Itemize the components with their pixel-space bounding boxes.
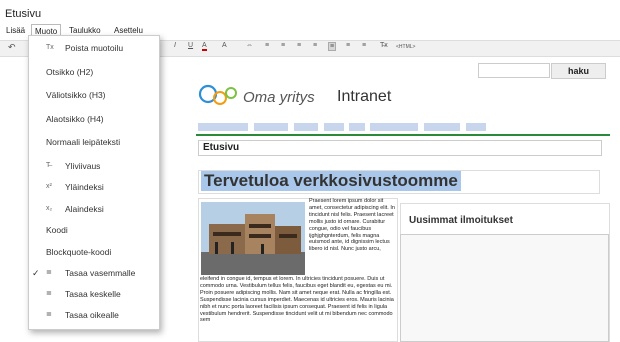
menu-item-subscript[interactable]: x₂ Alaindeksi (29, 202, 159, 216)
page-heading[interactable]: Tervetuloa verkkosivustoomme (201, 171, 461, 191)
menu-item-label: Tasaa keskelle (65, 289, 121, 299)
announcements-area[interactable] (400, 234, 609, 342)
body-text-bottom: eleifend in congue id, tempus et lorem. … (200, 276, 394, 324)
menu-item-label: Tasaa vasemmalle (65, 268, 136, 278)
menu-item-label: Väliotsikko (H3) (46, 90, 106, 100)
strikethrough-icon: T̶ (46, 162, 51, 169)
outdent-icon[interactable]: ≡ (297, 42, 301, 49)
brand-name: Oma yritys (243, 89, 315, 106)
indent-icon[interactable]: ≡ (313, 42, 317, 49)
nav-item[interactable] (370, 123, 418, 131)
search-input[interactable] (478, 63, 550, 78)
align-right-icon: ≣ (46, 311, 52, 318)
html-button[interactable]: <HTML> (396, 44, 415, 50)
clear-format-icon: Tx (46, 44, 54, 51)
highlight-button[interactable]: A (222, 42, 227, 49)
header-rule (196, 134, 610, 136)
nav-item[interactable] (424, 123, 460, 131)
building-image (201, 202, 305, 275)
align-center-icon[interactable]: ≡ (346, 42, 350, 49)
underline-button[interactable]: U (188, 42, 193, 49)
menu-item-label: Normaali leipäteksti (46, 137, 121, 147)
window-title: Etusivu (5, 8, 42, 20)
body-text-right: Praesent lorem ipsum dolor sit amet, con… (309, 198, 395, 253)
nav-item[interactable] (294, 123, 318, 131)
nav-item[interactable] (466, 123, 486, 131)
text-color-button[interactable]: A (202, 42, 207, 51)
menu-item-label: Koodi (46, 225, 68, 235)
menu-item-strikethrough[interactable]: T̶ Yliviivaus (29, 159, 159, 173)
menu-item-label: Blockquote-koodi (46, 247, 112, 257)
menu-item-superscript[interactable]: x² Yläindeksi (29, 180, 159, 194)
format-dropdown-menu: Tx Poista muotoilu Otsikko (H2) Väliotsi… (28, 35, 160, 330)
menu-item-label: Otsikko (H2) (46, 67, 94, 77)
align-right-icon[interactable]: ≡ (362, 42, 366, 49)
breadcrumb: Etusivu (198, 140, 602, 156)
menu-insert[interactable]: Lisää (3, 24, 28, 37)
link-icon[interactable]: ⇔ (246, 42, 253, 49)
clear-format-icon[interactable]: T̶x (380, 42, 388, 49)
menu-item-blockquote[interactable]: Blockquote-koodi (29, 245, 159, 259)
nav-item[interactable] (254, 123, 288, 131)
menu-item-paragraph[interactable]: Normaali leipäteksti (29, 135, 159, 149)
align-center-icon: ≣ (46, 290, 52, 297)
menu-item-code[interactable]: Koodi (29, 223, 159, 237)
menu-item-clear-format[interactable]: Tx Poista muotoilu (29, 41, 159, 55)
menu-item-align-left[interactable]: ✓ ≣ Tasaa vasemmalle (29, 266, 159, 280)
menu-item-h3[interactable]: Väliotsikko (H3) (29, 88, 159, 102)
menu-item-label: Poista muotoilu (65, 43, 124, 53)
menu-item-h2[interactable]: Otsikko (H2) (29, 65, 159, 79)
numbered-list-icon[interactable]: ≡ (281, 42, 285, 49)
bullet-list-icon[interactable]: ≡ (265, 42, 269, 49)
announcements-title: Uusimmat ilmoitukset (409, 215, 513, 226)
logo-icon (198, 84, 237, 105)
superscript-icon: x² (46, 183, 52, 190)
menu-item-align-right[interactable]: ≣ Tasaa oikealle (29, 308, 159, 322)
italic-button[interactable]: I (174, 42, 176, 49)
menu-item-label: Yliviivaus (65, 161, 101, 171)
menu-item-h4[interactable]: Alaotsikko (H4) (29, 112, 159, 126)
menu-item-label: Alaotsikko (H4) (46, 114, 104, 124)
search-button[interactable]: haku (551, 63, 606, 79)
menu-item-label: Alaindeksi (65, 204, 104, 214)
menu-item-align-center[interactable]: ≣ Tasaa keskelle (29, 287, 159, 301)
subscript-icon: x₂ (46, 205, 53, 212)
align-left-icon: ≣ (46, 269, 52, 276)
nav-item[interactable] (349, 123, 365, 131)
checkmark-icon: ✓ (32, 268, 40, 278)
nav-item[interactable] (324, 123, 344, 131)
undo-icon[interactable]: ↶ (8, 42, 16, 53)
align-left-icon[interactable]: ≡ (328, 42, 337, 51)
site-name: Intranet (337, 88, 392, 105)
nav-item[interactable] (198, 123, 248, 131)
menu-item-label: Yläindeksi (65, 182, 104, 192)
menu-item-label: Tasaa oikealle (65, 310, 119, 320)
